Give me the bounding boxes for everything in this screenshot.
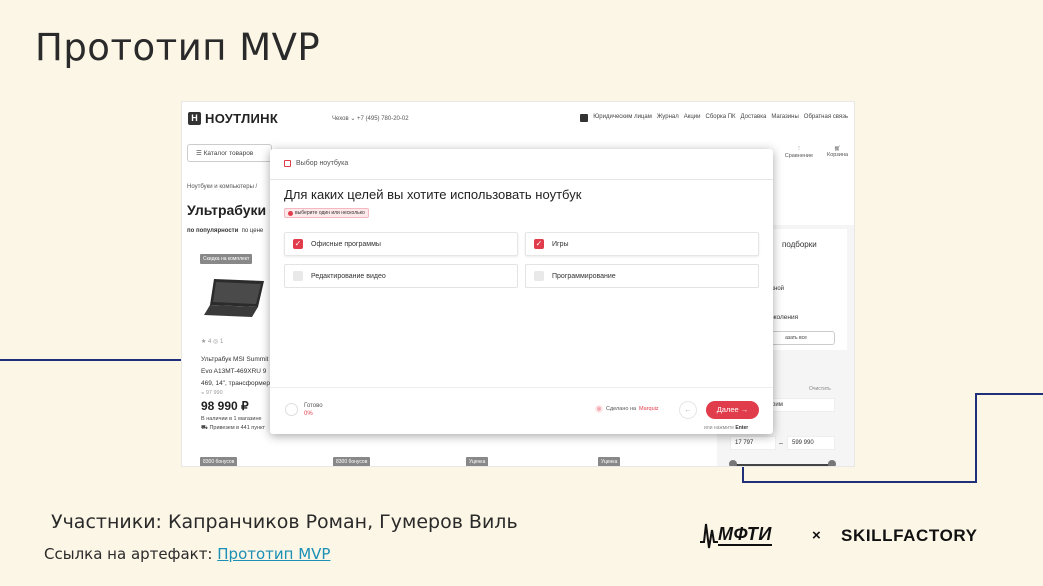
decor-line-right-vertical [975,393,977,483]
site-city-phone[interactable]: Чехов ⌄ +7 (495) 780-20-02 [332,115,409,122]
product-availability: В наличии в 1 магазине ⛟ Привезем в 441 … [201,415,265,433]
decor-line-right-bottom [742,481,977,483]
option-label: Редактирование видео [311,272,386,280]
mipt-wave-icon [700,523,718,549]
option-office[interactable]: ✓ Офисные программы [284,232,518,256]
mipt-logo-text: МФТИ [718,524,772,546]
made-with-link[interactable]: ◎ Сделано на Marquiz [595,405,659,413]
checkbox-checked-icon[interactable]: ✓ [293,239,303,249]
header-icons: ⫶ Сравнение 🛒︎ Корзина [785,146,848,159]
artifact-prefix: Ссылка на артефакт: [44,545,218,563]
modal-footer-divider [270,387,773,388]
marquiz-icon: ◎ [595,405,603,413]
modal-divider [270,179,773,180]
price-slider-track[interactable] [732,464,834,466]
form-icon [284,160,291,167]
product-badge: Скидка на комплект [200,254,253,264]
mipt-logo: МФТИ [700,520,772,550]
logo-separator: × [812,527,821,544]
product-rating: ★ 4 ◎ 1 [201,339,224,345]
compare-label: Сравнение [784,153,814,159]
product-old-price: ◒ 97 990 [201,390,223,396]
prototype-screenshot: Н НОУТЛИНК Чехов ⌄ +7 (495) 780-20-02 Юр… [182,102,854,466]
slide-title: Прототип MVP [35,26,321,69]
decor-line-right-top [975,393,1043,395]
price-dash: – [779,440,783,447]
back-button[interactable]: ← [679,401,697,419]
sort-price[interactable]: по цене [242,228,264,234]
catalog-button[interactable]: ☰ Каталог товаров [187,144,272,162]
site-logo-text: НОУТЛИНК [205,111,279,126]
clear-filters[interactable]: Очистить [809,386,831,392]
enter-hint-key: Enter [735,425,749,431]
progress-ring-icon [285,403,298,416]
product-price: 98 990 ₽ [201,399,249,413]
made-with-brand: Marquiz [639,406,659,412]
option-video-editing[interactable]: Редактирование видео [284,264,518,288]
legal-icon [580,114,589,122]
quiz-hint: выберите один или несколько [284,208,369,218]
cart-label: Корзина [827,152,848,158]
sort-bar: по популярности по цене [187,228,263,234]
logo-mark-icon: Н [188,112,201,125]
participants: Участники: Капранчиков Роман, Гумеров Ви… [51,511,518,533]
price-to-input[interactable]: 599 990 [787,436,835,450]
filter-search-input[interactable]: рим [767,398,835,412]
option-label: Офисные программы [311,240,381,248]
option-label: Игры [552,240,569,248]
site-top-nav: Юридическим лицам Журнал Акции Сборка ПК… [580,114,848,122]
product-badge: 8300 бонусов [200,457,238,466]
compare-icon: ⫶ [798,146,800,152]
modal-header-label: Выбор ноутбука [296,160,349,167]
breadcrumb[interactable]: Ноутбуки и компьютеры / [187,184,257,190]
checkbox-checked-icon[interactable]: ✓ [534,239,544,249]
page-heading: Ультрабуки [187,202,267,218]
nav-item[interactable]: Сборка ПК [706,114,736,122]
progress-label: Готово [304,403,323,409]
decor-line-left [0,359,183,361]
availability-delivery[interactable]: ⛟ Привезем в 441 пункт [201,424,265,433]
nav-item[interactable]: Акции [684,114,701,122]
nav-item[interactable]: Юридическим лицам [593,114,652,122]
product-badge: Уценка [466,457,489,466]
progress-percent: 0% [304,411,313,417]
price-from-input[interactable]: 17 797 [730,436,776,450]
site-logo[interactable]: Н НОУТЛИНК [188,111,278,126]
nav-item[interactable]: Обратная связь [804,114,848,122]
enter-hint-prefix: или нажмите [704,425,735,431]
skillfactory-logo: SKILLFACTORY [841,526,978,545]
checkbox-unchecked-icon[interactable] [534,271,544,281]
artifact-line: Ссылка на артефакт: Прототип MVP [44,545,330,563]
collections-title: подборки [782,240,817,249]
option-programming[interactable]: Программирование [525,264,759,288]
sort-popularity[interactable]: по популярности [187,228,238,234]
quiz-hint-text: выберите один или несколько [295,210,365,216]
cart-link[interactable]: 🛒︎ Корзина [827,146,848,159]
nav-item[interactable]: Магазины [771,114,798,122]
nav-item[interactable]: Доставка [741,114,767,122]
laptop-image [204,279,264,317]
modal-header: Выбор ноутбука [284,160,348,167]
product-badge: 8300 бонусов [333,457,371,466]
quiz-modal: Выбор ноутбука Для каких целей вы хотите… [270,149,773,434]
availability-store[interactable]: В наличии в 1 магазине [201,415,265,424]
nav-item[interactable]: Журнал [657,114,679,122]
option-label: Программирование [552,272,616,280]
option-games[interactable]: ✓ Игры [525,232,759,256]
quiz-question: Для каких целей вы хотите использовать н… [284,187,582,202]
product-badge: Уценка [598,457,621,466]
artifact-link[interactable]: Прототип MVP [217,545,330,563]
progress-status: Готово 0% [304,402,323,418]
price-slider-min-handle[interactable] [729,460,737,466]
price-slider-max-handle[interactable] [828,460,836,466]
compare-link[interactable]: ⫶ Сравнение [785,146,813,159]
collection-item[interactable]: околения [770,314,798,321]
product-name[interactable]: Ультрабук MSI Summit Evo A13MT-469XRU 9 … [201,354,271,390]
alert-icon [288,210,293,216]
next-button[interactable]: Далее → [706,401,759,419]
checkbox-unchecked-icon[interactable] [293,271,303,281]
made-with-prefix: Сделано на [606,406,637,412]
enter-hint: или нажмите Enter [704,425,748,431]
